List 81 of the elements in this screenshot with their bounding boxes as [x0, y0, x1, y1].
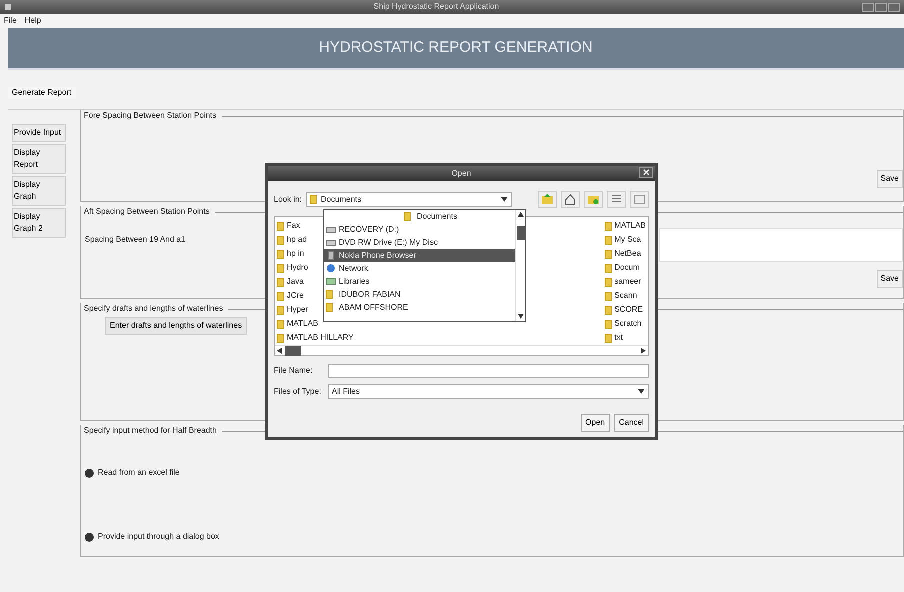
dropdown-item[interactable]: IDUBOR FABIAN: [324, 288, 515, 301]
folder-name[interactable]: sameer: [614, 276, 642, 288]
panel-title: Specify drafts and lengths of waterlines: [83, 303, 224, 315]
folder-name[interactable]: MATLAB: [614, 220, 646, 232]
dropdown-item[interactable]: ABAM OFFSHORE: [324, 301, 515, 314]
folder-icon: [310, 195, 318, 204]
save-button[interactable]: Save: [876, 270, 903, 288]
side-button[interactable]: Display Graph: [12, 176, 66, 206]
new-folder-icon: [587, 193, 600, 206]
file-type-dropdown[interactable]: All Files: [328, 384, 649, 399]
folder-name[interactable]: Scratch: [614, 318, 642, 330]
folder-name[interactable]: MATLAB HILLARY: [287, 332, 354, 344]
folder-name[interactable]: SCORE: [614, 304, 644, 316]
side-button[interactable]: Display Report: [12, 144, 66, 174]
dropdown-item[interactable]: Libraries: [324, 275, 515, 288]
dialog-button[interactable]: Open: [580, 414, 610, 432]
close-icon: [642, 169, 650, 176]
folder-name[interactable]: hp ad: [287, 234, 308, 246]
toolbar-button[interactable]: [607, 191, 626, 208]
folder-name[interactable]: Docum: [614, 262, 640, 274]
text-field[interactable]: [659, 228, 903, 262]
field-label: Spacing Between 19 And a1: [85, 234, 186, 246]
library-icon: [326, 277, 336, 286]
scroll-thumb[interactable]: [516, 226, 524, 240]
folder-name[interactable]: txt: [614, 332, 624, 344]
dialog-title: Open: [452, 168, 472, 180]
header-banner: HYDROSTATIC REPORT GENERATION: [8, 28, 904, 70]
folder-name[interactable]: Hydro: [287, 262, 308, 274]
folder-name[interactable]: Java: [287, 276, 304, 288]
menu-item[interactable]: File: [4, 15, 17, 27]
dialog-button[interactable]: Cancel: [614, 414, 649, 432]
side-button[interactable]: Provide Input: [12, 124, 66, 142]
side-button[interactable]: Display Graph 2: [12, 208, 66, 238]
scroll-thumb[interactable]: [285, 346, 301, 356]
radio-label: Provide input through a dialog box: [98, 531, 220, 543]
minimize-button[interactable]: [862, 2, 874, 12]
radio-button[interactable]: [85, 532, 94, 542]
look-in-label: Look in:: [274, 194, 302, 206]
folder-name[interactable]: MATLAB: [287, 318, 318, 330]
close-button[interactable]: [639, 167, 653, 178]
panel-title: Fore Spacing Between Station Points: [83, 110, 218, 122]
folder-name[interactable]: Scann: [614, 290, 638, 302]
tab[interactable]: Generate Report: [8, 86, 76, 98]
dropdown-item[interactable]: Documents: [324, 210, 515, 223]
caret-icon: [638, 389, 645, 394]
field-label: File Name:: [274, 365, 314, 377]
menu-item[interactable]: Help: [24, 15, 42, 27]
radio-button[interactable]: [85, 468, 94, 478]
enter-button[interactable]: Enter drafts and lengths of waterlines: [105, 317, 248, 335]
toolbar-button[interactable]: [561, 191, 580, 208]
file-name-field[interactable]: [328, 364, 649, 378]
scroll-down-arrow[interactable]: [518, 313, 524, 319]
globe-icon: [326, 264, 336, 273]
dropdown-item[interactable]: DVD RW Drive (E:) My Disc: [324, 236, 515, 249]
folder-name[interactable]: JCre: [287, 290, 304, 302]
folder-name[interactable]: hp in: [287, 248, 304, 260]
scroll-up-arrow[interactable]: [518, 212, 524, 218]
field-label: Files of Type:: [274, 386, 322, 398]
radio-label: Read from an excel file: [98, 467, 180, 479]
folder-name[interactable]: NetBea: [614, 248, 642, 260]
scroll-right-arrow[interactable]: [640, 348, 646, 354]
folder-up-icon: [541, 193, 554, 206]
folder-icon: [404, 212, 414, 221]
dropdown-item[interactable]: RECOVERY (D:): [324, 223, 515, 236]
maximize-button[interactable]: [875, 2, 887, 12]
dropdown-item[interactable]: Nokia Phone Browser: [324, 249, 515, 262]
folder-name[interactable]: Fax: [287, 220, 300, 232]
home-icon: [564, 193, 577, 206]
app-icon: [4, 3, 12, 11]
panel-title: Aft Spacing Between Station Points: [83, 206, 211, 218]
save-button[interactable]: Save: [876, 170, 903, 188]
phone-icon: [326, 251, 336, 260]
folder-name[interactable]: Hyper: [287, 304, 308, 316]
look-in-dropdown[interactable]: Documents: [306, 192, 512, 207]
window-title: Ship Hydrostatic Report Application: [372, 1, 500, 13]
panel-title: Specify input method for Half Breadth: [83, 425, 218, 437]
details-view-icon: [633, 193, 646, 206]
folder-name[interactable]: My Sca: [614, 234, 642, 246]
caret-icon: [501, 197, 508, 202]
scroll-left-arrow[interactable]: [277, 348, 283, 354]
dropdown-item[interactable]: Network: [324, 262, 515, 275]
